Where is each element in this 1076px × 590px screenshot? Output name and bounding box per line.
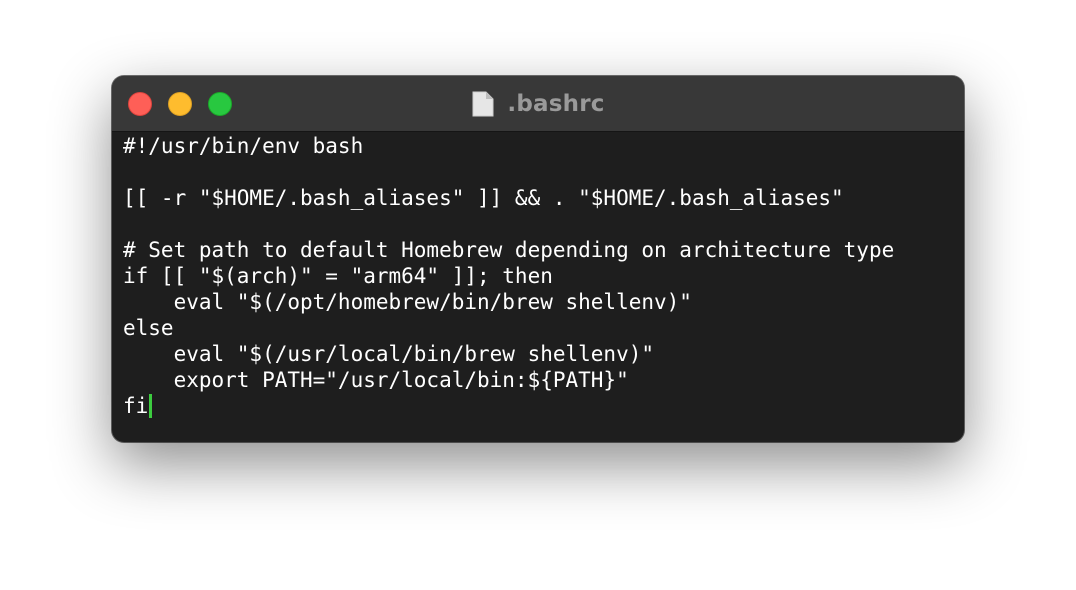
window-title: .bashrc	[112, 76, 964, 132]
editor-content[interactable]: #!/usr/bin/env bash [[ -r "$HOME/.bash_a…	[123, 133, 953, 419]
code-line: [[ -r "$HOME/.bash_aliases" ]] && . "$HO…	[123, 186, 844, 210]
code-line: eval "$(/usr/local/bin/brew shellenv)"	[123, 342, 655, 366]
code-line: export PATH="/usr/local/bin:${PATH}"	[123, 368, 629, 392]
text-cursor	[149, 394, 153, 418]
document-icon	[472, 91, 494, 117]
window-title-text: .bashrc	[507, 91, 605, 117]
terminal-window: .bashrc #!/usr/bin/env bash [[ -r "$HOME…	[112, 76, 964, 442]
title-bar[interactable]: .bashrc	[112, 76, 964, 132]
code-line: else	[123, 316, 174, 340]
code-line: #!/usr/bin/env bash	[123, 134, 364, 158]
code-line-last: fi	[123, 393, 953, 419]
code-line: if [[ "$(arch)" = "arm64" ]]; then	[123, 264, 553, 288]
code-line: eval "$(/opt/homebrew/bin/brew shellenv)…	[123, 290, 692, 314]
code-line-text: fi	[123, 394, 149, 418]
stage: .bashrc #!/usr/bin/env bash [[ -r "$HOME…	[0, 0, 1076, 590]
code-line: # Set path to default Homebrew depending…	[123, 238, 895, 262]
